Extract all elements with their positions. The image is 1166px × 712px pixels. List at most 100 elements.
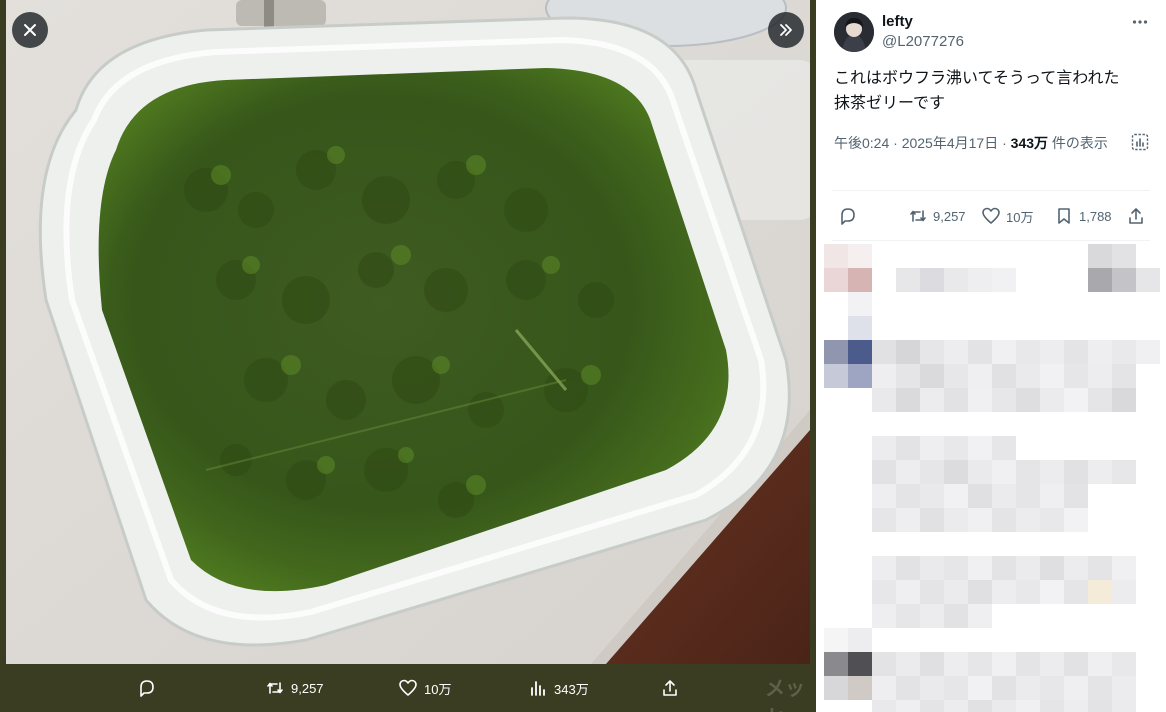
mosaic-tile bbox=[968, 508, 992, 532]
media-share-button[interactable] bbox=[660, 664, 680, 712]
mosaic-tile bbox=[1016, 460, 1040, 484]
mosaic-tile bbox=[896, 340, 920, 364]
media-retweet-button[interactable]: 9,257 bbox=[265, 664, 324, 712]
tweet-views-count: 343万 bbox=[1010, 135, 1049, 151]
divider bbox=[832, 240, 1150, 241]
media-views-count: 343万 bbox=[554, 681, 589, 697]
mosaic-tile bbox=[1088, 556, 1112, 580]
mosaic-tile bbox=[896, 436, 920, 460]
mosaic-tile bbox=[968, 484, 992, 508]
expand-panel-button[interactable] bbox=[768, 12, 804, 48]
mosaic-tile bbox=[1016, 676, 1040, 700]
author-handle[interactable]: @L2077276 bbox=[882, 33, 964, 50]
mosaic-tile bbox=[848, 316, 872, 340]
mosaic-tile bbox=[1112, 460, 1136, 484]
mosaic-tile bbox=[1112, 652, 1136, 676]
media-like-button[interactable]: 10万 bbox=[398, 664, 451, 712]
mosaic-tile bbox=[944, 364, 968, 388]
mosaic-tile bbox=[1112, 340, 1136, 364]
mosaic-tile bbox=[944, 268, 968, 292]
meta-separator: · bbox=[893, 135, 898, 151]
pixelated-replies bbox=[816, 244, 1166, 712]
mosaic-tile bbox=[896, 460, 920, 484]
mosaic-tile bbox=[944, 436, 968, 460]
bookmark-button[interactable]: 1,788 bbox=[1054, 196, 1112, 236]
mosaic-tile bbox=[944, 508, 968, 532]
mosaic-tile bbox=[992, 556, 1016, 580]
mosaic-tile bbox=[1016, 652, 1040, 676]
analytics-button[interactable] bbox=[1130, 132, 1150, 152]
mosaic-tile bbox=[920, 436, 944, 460]
analytics-icon bbox=[1131, 133, 1149, 151]
mosaic-tile bbox=[968, 340, 992, 364]
mosaic-tile bbox=[1112, 388, 1136, 412]
mosaic-tile bbox=[1040, 388, 1064, 412]
mosaic-tile bbox=[1064, 340, 1088, 364]
mosaic-tile bbox=[1040, 484, 1064, 508]
mosaic-tile bbox=[968, 652, 992, 676]
mosaic-tile bbox=[1016, 556, 1040, 580]
mosaic-tile bbox=[920, 652, 944, 676]
media-reply-button[interactable] bbox=[137, 664, 157, 712]
mosaic-tile bbox=[944, 340, 968, 364]
mosaic-tile bbox=[1064, 460, 1088, 484]
mosaic-tile bbox=[968, 436, 992, 460]
like-button[interactable]: 10万 bbox=[981, 196, 1033, 236]
mosaic-tile bbox=[896, 556, 920, 580]
mosaic-tile bbox=[1016, 364, 1040, 388]
more-horizontal-icon bbox=[1132, 20, 1148, 24]
mosaic-tile bbox=[896, 700, 920, 712]
mosaic-tile bbox=[1040, 364, 1064, 388]
mosaic-tile bbox=[848, 628, 872, 652]
reply-button[interactable] bbox=[838, 196, 858, 236]
author-name[interactable]: lefty bbox=[882, 13, 913, 30]
mosaic-tile bbox=[896, 484, 920, 508]
mosaic-tile bbox=[992, 508, 1016, 532]
tweet-detail-panel: lefty @L2077276 これはボウフラ沸いてそうって言われた 抹茶ゼリー… bbox=[816, 0, 1166, 712]
faint-messages-label: メッセ bbox=[765, 678, 805, 712]
mosaic-tile bbox=[944, 388, 968, 412]
mosaic-tile bbox=[992, 700, 1016, 712]
media-views-button[interactable]: 343万 bbox=[528, 664, 589, 712]
mosaic-tile bbox=[992, 436, 1016, 460]
mosaic-tile bbox=[1040, 556, 1064, 580]
mosaic-tile bbox=[968, 676, 992, 700]
mosaic-tile bbox=[824, 628, 848, 652]
more-options-button[interactable] bbox=[1130, 12, 1150, 32]
mosaic-tile bbox=[1088, 652, 1112, 676]
mosaic-tile bbox=[944, 484, 968, 508]
mosaic-tile bbox=[992, 460, 1016, 484]
close-button[interactable] bbox=[12, 12, 48, 48]
retweet-button[interactable]: 9,257 bbox=[908, 196, 966, 236]
mosaic-tile bbox=[824, 340, 848, 364]
mosaic-tile bbox=[896, 364, 920, 388]
tweet-date[interactable]: 2025年4月17日 bbox=[902, 135, 999, 151]
mosaic-tile bbox=[872, 436, 896, 460]
share-button[interactable] bbox=[1126, 196, 1146, 236]
reply-icon bbox=[140, 680, 154, 697]
mosaic-tile bbox=[1112, 676, 1136, 700]
mosaic-tile bbox=[920, 556, 944, 580]
mosaic-tile bbox=[1136, 340, 1160, 364]
heart-icon bbox=[982, 207, 1000, 224]
mosaic-tile bbox=[1064, 484, 1088, 508]
mosaic-tile bbox=[1088, 364, 1112, 388]
tweet-views-label: 件の表示 bbox=[1051, 135, 1108, 151]
close-icon bbox=[24, 24, 36, 36]
mosaic-tile bbox=[992, 676, 1016, 700]
mosaic-tile bbox=[1088, 460, 1112, 484]
tweet-time[interactable]: 午後0:24 bbox=[834, 135, 889, 151]
avatar[interactable] bbox=[834, 12, 874, 52]
bookmark-icon bbox=[1058, 208, 1070, 224]
media-like-count: 10万 bbox=[424, 681, 452, 697]
mosaic-tile bbox=[1088, 340, 1112, 364]
mosaic-tile bbox=[848, 652, 872, 676]
heart-icon bbox=[399, 679, 417, 696]
mosaic-tile bbox=[920, 508, 944, 532]
mosaic-tile bbox=[896, 388, 920, 412]
mosaic-tile bbox=[1112, 244, 1136, 268]
mosaic-tile bbox=[920, 268, 944, 292]
tweet-action-bar: 9,257 10万 1,788 bbox=[816, 196, 1166, 236]
mosaic-tile bbox=[1112, 580, 1136, 604]
reply-icon bbox=[841, 208, 855, 225]
